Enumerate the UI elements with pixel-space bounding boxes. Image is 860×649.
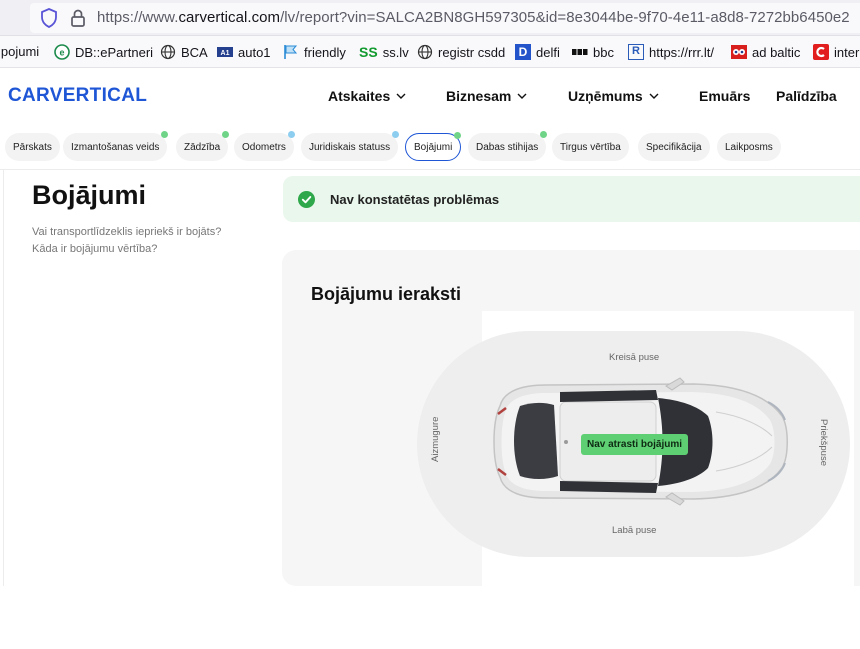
nav-uznemums[interactable]: Uzņēmums bbox=[568, 88, 659, 104]
bookmark-rrr[interactable]: R https://rrr.lt/ bbox=[628, 44, 714, 60]
svg-text:e: e bbox=[59, 48, 64, 58]
bookmark-delfi[interactable]: D delfi bbox=[515, 44, 560, 60]
nav-palidziba[interactable]: Palīdzība bbox=[776, 88, 837, 104]
content-divider bbox=[3, 170, 4, 586]
delfi-icon: D bbox=[515, 44, 531, 60]
label-right-side: Labā puse bbox=[612, 525, 657, 536]
status-dot bbox=[392, 131, 400, 138]
db-icon: e bbox=[54, 44, 70, 60]
page-title: Bojājumi bbox=[32, 180, 147, 210]
globe-icon bbox=[160, 44, 176, 60]
tab-bojajumi[interactable]: Bojājumi bbox=[405, 132, 462, 161]
status-banner: Nav konstatētas problēmas bbox=[283, 176, 860, 222]
chevron-down-icon bbox=[649, 93, 659, 99]
bookmark-ad-baltic[interactable]: ad baltic bbox=[731, 44, 800, 60]
label-left-side: Kreisā puse bbox=[609, 352, 660, 363]
nav-atskaites[interactable]: Atskaites bbox=[328, 88, 406, 104]
status-dot bbox=[222, 131, 230, 138]
bookmark-lpojumi[interactable]: lpojumi bbox=[0, 44, 39, 59]
ss-icon: SS bbox=[359, 44, 378, 60]
tab-izmantosanas-veids[interactable]: Izmantošanas veids bbox=[63, 131, 169, 161]
bookmark-registr-csdd[interactable]: registr csdd bbox=[417, 44, 505, 60]
label-rear: Aizmugure bbox=[430, 416, 441, 462]
bookmark-auto1[interactable]: A1 auto1 bbox=[217, 44, 271, 60]
question-damaged: Vai transportlīdzeklis iepriekš ir bojāt… bbox=[32, 226, 222, 238]
chevron-down-icon bbox=[517, 93, 527, 99]
bookmark-bbc[interactable]: bbc bbox=[572, 44, 614, 60]
tab-parskats[interactable]: Pārskats bbox=[5, 133, 60, 161]
tab-juridiskais-statuss[interactable]: Juridiskais statuss bbox=[301, 131, 400, 161]
status-text: Nav konstatētas problēmas bbox=[330, 192, 500, 207]
bbc-icon bbox=[572, 49, 588, 55]
globe-icon bbox=[417, 44, 433, 60]
report-section-tabs: Pārskats Izmantošanas veids Zādzība Odom… bbox=[0, 124, 860, 170]
bookmark-bca[interactable]: BCA bbox=[160, 44, 208, 60]
question-damage-value: Kāda ir bojājumu vērtība? bbox=[32, 243, 158, 255]
flag-icon bbox=[284, 45, 298, 59]
no-damage-badge: Nav atrasti bojājumi bbox=[581, 434, 688, 455]
tab-zadziba[interactable]: Zādzība bbox=[176, 131, 230, 161]
tab-dabas-stihijas[interactable]: Dabas stihijas bbox=[468, 131, 548, 161]
inter-icon bbox=[813, 44, 829, 60]
lock-icon[interactable] bbox=[70, 8, 86, 28]
rrr-icon: R bbox=[628, 44, 644, 60]
url-text[interactable]: https://www.carvertical.com/lv/report?vi… bbox=[97, 9, 850, 26]
auto1-icon: A1 bbox=[217, 47, 233, 57]
adbaltic-icon bbox=[731, 45, 747, 59]
status-dot bbox=[540, 131, 548, 138]
damage-records-title: Bojājumu ieraksti bbox=[311, 284, 462, 304]
svg-text:A1: A1 bbox=[221, 50, 230, 57]
bookmarks-bar: lpojumi e DB::ePartneri BCA A1 auto1 fri… bbox=[0, 36, 860, 68]
bookmark-inter[interactable]: inter bbox=[813, 44, 859, 60]
browser-url-bar: https://www.carvertical.com/lv/report?vi… bbox=[0, 0, 860, 36]
site-header: CARVERTICAL Atskaites Biznesam Uzņēmums … bbox=[0, 68, 860, 124]
nav-biznesam[interactable]: Biznesam bbox=[446, 88, 527, 104]
bookmark-sslv[interactable]: SS ss.lv bbox=[359, 44, 409, 60]
status-dot bbox=[287, 131, 295, 138]
check-circle-icon bbox=[298, 191, 315, 208]
bookmark-db-epartneri[interactable]: e DB::ePartneri bbox=[54, 44, 153, 60]
carvertical-logo[interactable]: CARVERTICAL bbox=[8, 85, 147, 107]
shield-icon[interactable] bbox=[40, 8, 58, 28]
label-front: Priekšpuse bbox=[818, 419, 829, 466]
tab-laikposms[interactable]: Laikposms bbox=[717, 133, 781, 161]
status-dot bbox=[161, 131, 169, 138]
chevron-down-icon bbox=[396, 93, 406, 99]
status-dot bbox=[454, 132, 462, 139]
tab-specifikacija[interactable]: Specifikācija bbox=[638, 133, 710, 161]
tab-odometrs[interactable]: Odometrs bbox=[234, 131, 295, 161]
nav-emuars[interactable]: Emuārs bbox=[699, 88, 750, 104]
bookmark-friendly[interactable]: friendly bbox=[283, 44, 346, 60]
tab-tirgus-vertiba[interactable]: Tirgus vērtība bbox=[552, 133, 629, 161]
